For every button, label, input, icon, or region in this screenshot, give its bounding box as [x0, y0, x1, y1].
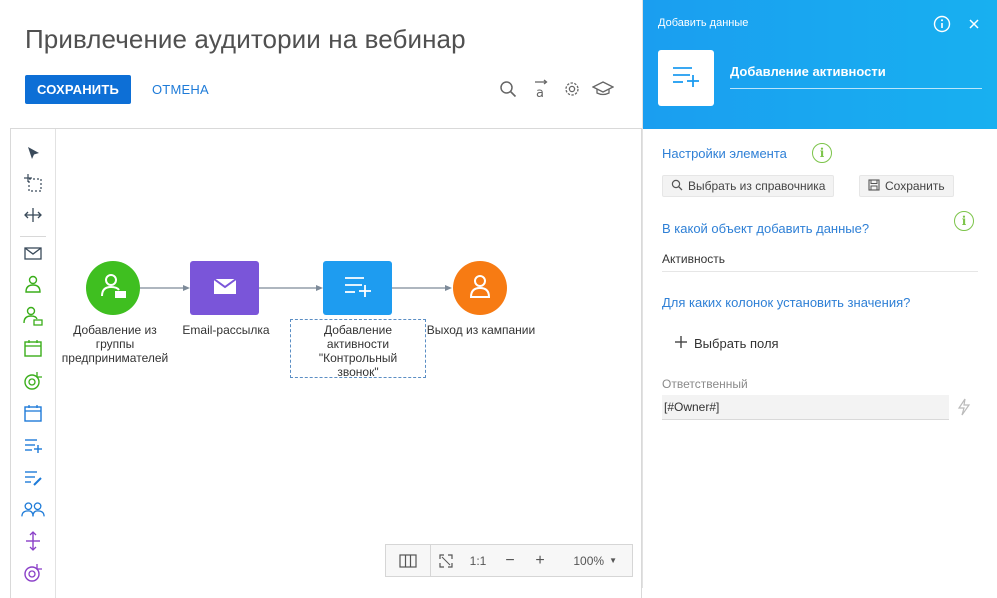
envelope-icon [212, 276, 238, 301]
node-exit[interactable] [453, 261, 507, 315]
object-value[interactable]: Активность [662, 252, 725, 266]
element-name-input[interactable]: Добавление активности [730, 64, 982, 89]
node-label-add-activity: Добавление активности "Контрольный звоно… [318, 323, 398, 379]
lasso-select-icon[interactable] [21, 171, 45, 195]
audience-icon[interactable] [21, 497, 45, 521]
info-icon[interactable] [933, 15, 951, 33]
page-title: Привлечение аудитории на вебинар [25, 24, 466, 54]
object-question: В какой объект добавить данные? [662, 221, 870, 236]
add-list-icon [342, 273, 374, 304]
map-icon[interactable] [386, 545, 431, 576]
add-data-icon[interactable] [21, 433, 45, 457]
element-settings-title[interactable]: Настройки элемента [662, 146, 787, 161]
search-icon[interactable] [497, 78, 519, 100]
signal-icon[interactable] [21, 369, 45, 393]
element-palette [11, 129, 56, 598]
split-icon[interactable] [21, 529, 45, 553]
node-label-email: Email-рассылка [182, 323, 270, 337]
add-data-icon [670, 63, 702, 94]
element-settings-panel: Добавить данные Добавление активности На… [642, 0, 997, 588]
select-from-lookup-label: Выбрать из справочника [688, 179, 826, 193]
zoom-level-select[interactable]: 100% ▼ [555, 545, 625, 576]
caret-down-icon: ▼ [609, 556, 617, 565]
columns-question: Для каких колонок установить значения? [662, 295, 911, 310]
fit-screen-icon[interactable] [431, 545, 461, 576]
email-icon[interactable] [21, 241, 45, 265]
save-settings-button[interactable]: Сохранить [859, 175, 954, 197]
node-label-exit: Выход из кампании [426, 323, 536, 337]
zoom-toolbar: 1:1 − + 100% ▼ [385, 544, 633, 577]
close-icon[interactable] [965, 15, 983, 33]
zoom-out-button[interactable]: − [495, 545, 525, 576]
modify-data-icon[interactable] [21, 465, 45, 489]
lightning-icon[interactable] [956, 398, 972, 416]
svg-text:a: a [536, 86, 544, 99]
panel-header-label: Добавить данные [658, 17, 749, 29]
floppy-disk-icon [868, 178, 880, 194]
object-info-icon[interactable]: i [954, 211, 974, 231]
search-icon [671, 179, 683, 194]
select-fields-label: Выбрать поля [694, 335, 779, 351]
pointer-icon[interactable] [21, 141, 45, 165]
element-type-icon-box [658, 50, 714, 106]
condition-signal-icon[interactable] [21, 561, 45, 585]
add-from-group-icon[interactable] [21, 272, 45, 296]
panel-header: Добавить данные Добавление активности [643, 0, 997, 129]
owner-value: [#Owner#] [664, 400, 720, 414]
add-from-folder-icon[interactable] [21, 304, 45, 328]
select-from-lookup-button[interactable]: Выбрать из справочника [662, 175, 835, 197]
save-button[interactable]: СОХРАНИТЬ [25, 75, 131, 104]
cancel-button[interactable]: ОТМЕНА [152, 75, 209, 104]
owner-label: Ответственный [662, 377, 748, 391]
plus-icon [674, 335, 688, 352]
user-folder-icon [98, 271, 128, 306]
node-add-activity[interactable] [323, 261, 392, 315]
node-label-add-from-group: Добавление из группы предпринимателей [61, 323, 169, 365]
zoom-one-to-one-button[interactable]: 1:1 [461, 545, 495, 576]
select-fields-button[interactable]: Выбрать поля [674, 333, 779, 353]
zoom-level-value: 100% [573, 553, 605, 568]
user-exit-icon [466, 272, 494, 305]
settings-info-icon[interactable]: i [812, 143, 832, 163]
gear-icon[interactable] [561, 78, 583, 100]
zoom-in-button[interactable]: + [525, 545, 555, 576]
node-email[interactable] [190, 261, 259, 315]
calendar-icon[interactable] [21, 401, 45, 425]
space-tool-icon[interactable] [21, 203, 45, 227]
node-add-from-group[interactable] [86, 261, 140, 315]
text-format-icon[interactable]: a [530, 78, 552, 100]
owner-field[interactable]: [#Owner#] [662, 395, 949, 420]
graduation-cap-icon[interactable] [592, 78, 614, 100]
event-participant-icon[interactable] [21, 336, 45, 360]
save-settings-label: Сохранить [885, 179, 945, 193]
